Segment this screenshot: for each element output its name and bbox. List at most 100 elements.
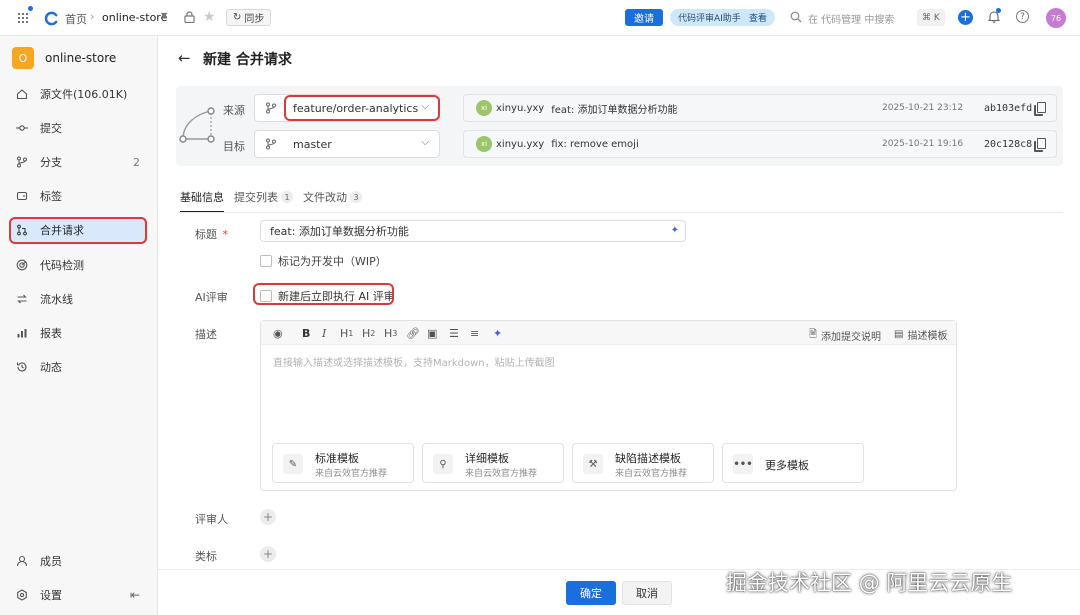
sidebar-item-code-scan[interactable]: 代码检测 [10, 252, 146, 278]
radar-icon [16, 259, 28, 271]
title-input[interactable]: feat: 添加订单数据分析功能 ✦ [260, 220, 686, 242]
star-icon[interactable]: ★ [203, 9, 216, 25]
tab-file-changes[interactable]: 文件改动 3 [303, 189, 362, 205]
cancel-button[interactable]: 取消 [622, 581, 672, 605]
template-card-standard[interactable]: ✎ 标准模板 来自云效官方推荐 [272, 443, 414, 483]
bold-icon[interactable]: B [302, 327, 310, 340]
back-arrow-icon[interactable]: ← [178, 49, 191, 67]
invite-button[interactable]: 邀请 [625, 9, 663, 26]
sidebar-item-pipeline[interactable]: 流水线 [10, 286, 146, 312]
repo-avatar: O [12, 47, 34, 69]
template-card-more[interactable]: ••• 更多模板 [722, 443, 864, 483]
bullet-list-icon[interactable]: ≡ [470, 327, 479, 340]
sparkle-icon[interactable]: ✦ [493, 327, 502, 340]
sidebar-item-members[interactable]: 成员 [10, 548, 146, 574]
branch-icon [266, 102, 276, 114]
commit-message: feat: 添加订单数据分析功能 [551, 104, 678, 116]
sparkle-icon[interactable]: ✦ [671, 225, 679, 236]
history-icon [16, 362, 27, 372]
template-subtitle: 来自云效官方推荐 [615, 469, 688, 479]
commit-author-avatar: xi [476, 136, 492, 152]
home-icon [16, 89, 28, 100]
user-icon [16, 555, 28, 567]
user-avatar[interactable]: 76 [1046, 8, 1066, 28]
confirm-button[interactable]: 确定 [566, 581, 616, 605]
sidebar-item-label: 报表 [40, 327, 62, 340]
sidebar-item-settings[interactable]: 设置 ⇤ [10, 582, 146, 608]
tab-basic-info[interactable]: 基础信息 [180, 189, 224, 213]
add-commit-note-button[interactable]: 🗎︎ 添加提交说明 [809, 327, 881, 344]
sidebar-item-activity[interactable]: 动态 [10, 354, 146, 380]
ordered-list-icon[interactable]: ☰ [449, 327, 459, 340]
eye-icon[interactable]: ◉ [273, 327, 283, 340]
sidebar-item-tags[interactable]: 标签 [10, 183, 146, 209]
help-icon[interactable]: ? [1016, 10, 1029, 23]
description-template-button[interactable]: ▤ 描述模板 [894, 327, 947, 342]
description-template-label: 描述模板 [907, 331, 948, 342]
category-label: 类标 [195, 550, 217, 563]
heading2-icon[interactable]: H2 [362, 327, 375, 340]
sidebar-item-reports[interactable]: 报表 [10, 320, 146, 346]
commit-message: fix: remove emoji [551, 138, 639, 150]
template-title: 缺陷描述模板 [615, 452, 681, 465]
plus-icon[interactable]: + [958, 10, 973, 25]
annotation-box-merge-request [9, 217, 147, 244]
template-card-detailed[interactable]: ⚲ 详细模板 来自云效官方推荐 [422, 443, 564, 483]
bell-icon[interactable] [988, 8, 1001, 23]
template-card-defect[interactable]: ⚒ 缺陷描述模板 来自云效官方推荐 [572, 443, 714, 483]
description-textarea[interactable]: 直接输入描述或选择描述模板，支持Markdown，粘贴上传截图 [273, 354, 555, 369]
commit-sha: ab103efd [984, 102, 1033, 114]
yunxiao-logo-icon[interactable] [43, 10, 59, 26]
source-commit-row[interactable]: xi xinyu.yxy feat: 添加订单数据分析功能 2025-10-21… [463, 94, 1057, 122]
copy-icon[interactable] [1037, 102, 1046, 113]
app-grid-icon[interactable] [16, 6, 33, 25]
heading1-icon[interactable]: H1 [340, 327, 353, 340]
target-label: 目标 [223, 140, 245, 153]
add-category-button[interactable]: + [260, 546, 276, 562]
top-bar: 首页 › online-store ▼ ★ ↻ 同步 邀请 代码评审AI助手 查看… [0, 0, 1080, 36]
breadcrumb-repo[interactable]: online-store [102, 11, 167, 24]
magnifier-icon: ⚲ [433, 454, 453, 474]
target-commit-row[interactable]: xi xinyu.yxy fix: remove emoji 2025-10-2… [463, 130, 1057, 158]
wip-checkbox[interactable]: 标记为开发中（WIP） [260, 253, 387, 269]
reviewer-label: 评审人 [195, 513, 228, 526]
sidebar-item-label: 设置 [40, 589, 62, 602]
sidebar-item-label: 提交 [40, 122, 62, 135]
tab-commit-list[interactable]: 提交列表 1 [234, 189, 293, 205]
lock-icon[interactable] [184, 11, 195, 23]
sidebar-item-label: 动态 [40, 361, 62, 374]
tab-label: 基础信息 [180, 191, 224, 204]
breadcrumb-home[interactable]: 首页 [65, 11, 87, 27]
watermark: 掘金技术社区 @ 阿里云云原生 [726, 571, 1013, 595]
tab-count-badge: 1 [281, 191, 293, 203]
sidebar-item-commits[interactable]: 提交 [10, 115, 146, 141]
annotation-box-source-branch [284, 95, 440, 121]
image-icon[interactable]: ▣ [427, 327, 437, 340]
branch-icon [266, 138, 276, 150]
search-input[interactable]: 在 代码管理 中搜索 [808, 11, 894, 26]
wip-label: 标记为开发中（WIP） [278, 255, 387, 268]
sidebar-item-label: 流水线 [40, 293, 73, 306]
target-branch-select[interactable]: master ⌵ [254, 130, 440, 158]
add-reviewer-button[interactable]: + [260, 509, 276, 525]
branch-count: 2 [133, 155, 140, 169]
chevron-down-icon[interactable]: ▼ [161, 11, 167, 20]
tab-label: 提交列表 [234, 191, 278, 204]
sidebar-item-label: 源文件(106.01K) [40, 88, 128, 101]
copy-icon[interactable] [1037, 138, 1046, 149]
sidebar-item-branches[interactable]: 分支 2 [10, 149, 146, 175]
ai-helper-badge[interactable]: 代码评审AI助手 查看 [670, 9, 775, 26]
ai-review-label: AI评审 [195, 291, 228, 304]
heading3-icon[interactable]: H3 [384, 327, 397, 340]
sync-button[interactable]: ↻ 同步 [226, 9, 272, 26]
sidebar-item-source-files[interactable]: 源文件(106.01K) [10, 81, 146, 107]
italic-icon[interactable]: I [322, 327, 326, 340]
collapse-sidebar-icon[interactable]: ⇤ [130, 588, 140, 602]
commit-date: 2025-10-21 23:12 [882, 103, 964, 113]
chevron-down-icon: ⌵ [421, 137, 429, 148]
template-subtitle: 来自云效官方推荐 [465, 469, 538, 479]
link-icon[interactable]: 🔗︎ [406, 327, 420, 340]
repo-header[interactable]: O online-store [12, 47, 116, 69]
ai-helper-view-link[interactable]: 查看 [749, 11, 767, 24]
search-shortcut: ⌘ K [917, 9, 945, 26]
